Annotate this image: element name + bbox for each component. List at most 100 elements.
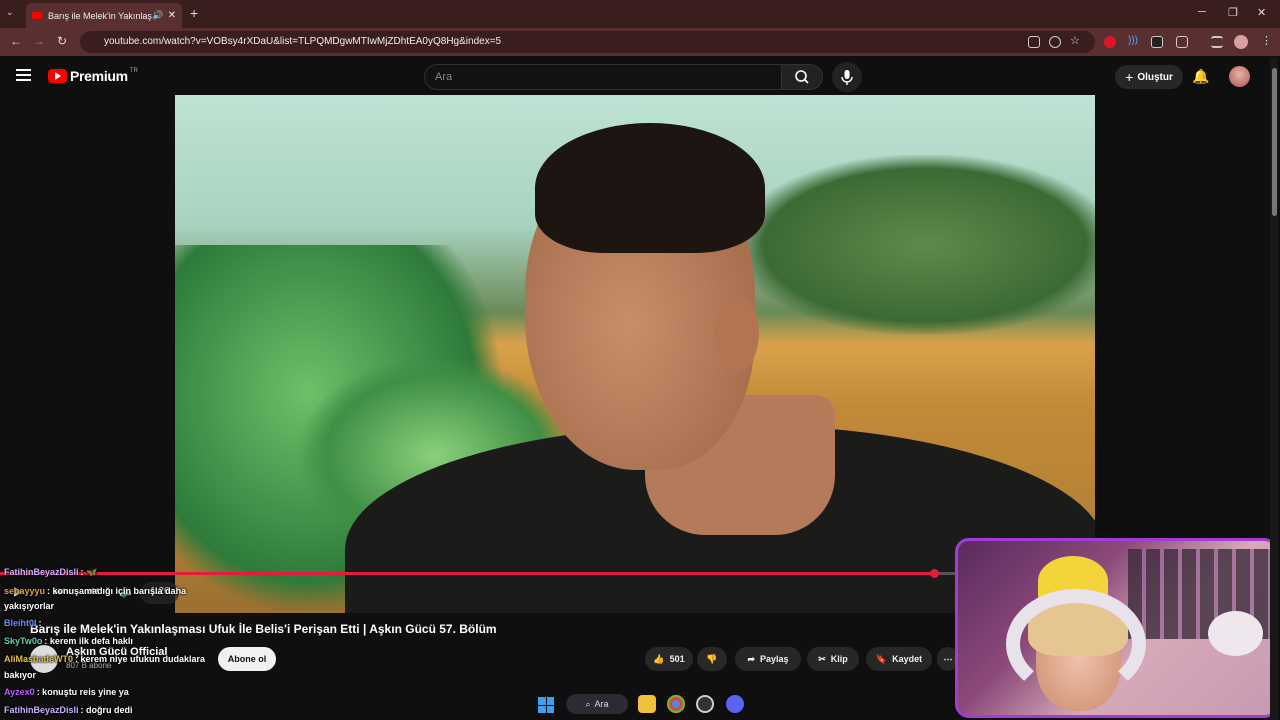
chat-username: Ayzex0 bbox=[4, 687, 35, 697]
video-frame-person-ear bbox=[715, 295, 759, 371]
chat-message: AliMasbadeWT0: kerem niye ufukun dudakla… bbox=[4, 654, 205, 664]
youtube-premium-logo[interactable]: Premium TR bbox=[48, 68, 138, 84]
extension-red-icon[interactable] bbox=[1104, 36, 1116, 48]
chat-text: : kerem niye ufukun dudaklara bbox=[75, 654, 206, 664]
chat-message: senayyyu: konuşamadığı için barışla daha bbox=[4, 586, 186, 596]
chat-username: FatihinBeyazDisli bbox=[4, 567, 79, 577]
extension-audio-icon[interactable]: ))) bbox=[1128, 35, 1140, 47]
browser-menu-icon[interactable]: ⋮ bbox=[1261, 34, 1273, 47]
chat-message: yakışıyorlar bbox=[4, 601, 54, 611]
chat-text: : konuşamadığı için barışla daha bbox=[47, 586, 187, 596]
chat-text: : doğru dedi bbox=[80, 705, 133, 715]
file-explorer-icon[interactable] bbox=[638, 695, 656, 713]
share-button[interactable]: ➦ Paylaş bbox=[735, 647, 801, 671]
streamer-webcam bbox=[955, 538, 1278, 718]
clip-button[interactable]: ✂ Klip bbox=[807, 647, 859, 671]
share-label: Paylaş bbox=[760, 654, 789, 664]
forward-icon[interactable]: → bbox=[33, 34, 45, 48]
youtube-play-logo-icon bbox=[48, 69, 67, 83]
tab-title: Barış ile Melek'in Yakınlaşma bbox=[48, 10, 152, 21]
share-arrow-icon: ➦ bbox=[747, 653, 755, 664]
extensions-puzzle-icon[interactable] bbox=[1176, 36, 1188, 48]
voice-search-button[interactable] bbox=[832, 62, 862, 92]
bookmark-icon: 🔖 bbox=[875, 653, 888, 664]
like-button[interactable]: 👍 501 bbox=[645, 647, 693, 671]
notifications-bell-icon[interactable]: 🔔 bbox=[1192, 68, 1209, 85]
chat-message: FatihinBeyazDisli: doğru dedi bbox=[4, 705, 133, 715]
eye-off-icon[interactable] bbox=[1049, 36, 1061, 48]
like-count: 501 bbox=[669, 654, 685, 664]
discord-icon[interactable] bbox=[726, 695, 744, 713]
save-button[interactable]: 🔖 Kaydet bbox=[866, 647, 932, 671]
clip-label: Klip bbox=[830, 654, 848, 664]
chat-message: SkyTw0o: kerem ilk defa haklı bbox=[4, 636, 133, 646]
chat-username: senayyyu bbox=[4, 586, 46, 596]
page-scrollbar-thumb[interactable] bbox=[1272, 68, 1277, 216]
profile-avatar-icon[interactable] bbox=[1234, 35, 1248, 49]
youtube-header: Premium TR Ara + Oluştur 🔔 bbox=[0, 56, 1280, 96]
minimize-icon[interactable]: ─ bbox=[1198, 6, 1206, 18]
bookmark-star-icon[interactable]: ☆ bbox=[1070, 34, 1082, 47]
webcam-plush-toy bbox=[1208, 611, 1263, 656]
taskbar-search-icon: ⌕ bbox=[585, 698, 591, 709]
chrome-icon[interactable] bbox=[667, 695, 685, 713]
reload-icon[interactable]: ↻ bbox=[57, 34, 67, 48]
chat-text: yakışıyorlar bbox=[4, 601, 55, 611]
search-icon bbox=[795, 70, 809, 84]
address-bar-row: ← → ↻ youtube.com/watch?v=VOBsy4rXDaU&li… bbox=[0, 28, 1280, 56]
close-tab-icon[interactable]: ✕ bbox=[168, 10, 176, 21]
microphone-icon bbox=[841, 70, 853, 85]
more-icon: ⋯ bbox=[943, 653, 953, 664]
browser-tab-bar: ⌄ Barış ile Melek'in Yakınlaşma 🔊 ✕ + ─ … bbox=[0, 0, 1280, 28]
reading-list-icon[interactable] bbox=[1211, 36, 1223, 48]
scissors-icon: ✂ bbox=[818, 653, 826, 664]
chat-text: : bbox=[38, 618, 42, 628]
url-field[interactable]: youtube.com/watch?v=VOBsy4rXDaU&list=TLP… bbox=[80, 31, 1095, 53]
thumbs-up-icon: 👍 bbox=[653, 653, 665, 664]
speaker-icon[interactable]: 🔊 bbox=[152, 10, 163, 21]
progress-scrubber-handle[interactable] bbox=[930, 569, 939, 578]
chat-username: Bleiht0I bbox=[4, 618, 37, 628]
close-window-icon[interactable]: ✕ bbox=[1257, 6, 1266, 19]
chat-username: AliMasbadeWT0 bbox=[4, 654, 74, 664]
logo-region: TR bbox=[129, 68, 138, 74]
app-icon[interactable] bbox=[696, 695, 714, 713]
chat-text: : kerem ilk defa haklı bbox=[44, 636, 133, 646]
video-frame-person-hair bbox=[535, 123, 765, 253]
subscribe-button[interactable]: Abone ol bbox=[218, 647, 276, 671]
windows-start-icon[interactable] bbox=[538, 697, 554, 713]
video-frame-bush bbox=[735, 155, 1095, 335]
youtube-favicon-icon bbox=[32, 12, 42, 19]
browser-tab[interactable]: Barış ile Melek'in Yakınlaşma 🔊 ✕ bbox=[26, 3, 182, 28]
chat-username: SkyTw0o bbox=[4, 636, 43, 646]
thumbs-down-icon: 👎 bbox=[706, 653, 718, 664]
logo-text: Premium bbox=[70, 68, 128, 84]
taskbar-search[interactable]: ⌕ Ara bbox=[566, 694, 628, 714]
chat-message: FatihinBeyazDisli: 🦋 bbox=[4, 567, 97, 578]
extension-box-icon[interactable] bbox=[1151, 36, 1163, 48]
chat-text: : 🦋 bbox=[80, 567, 98, 577]
create-button[interactable]: + Oluştur bbox=[1115, 65, 1183, 89]
cast-icon[interactable] bbox=[1028, 36, 1040, 48]
search-button[interactable] bbox=[781, 64, 823, 90]
dislike-button[interactable]: 👎 bbox=[697, 647, 727, 671]
webcam-headset bbox=[1006, 589, 1146, 699]
save-label: Kaydet bbox=[892, 654, 923, 664]
back-icon[interactable]: ← bbox=[10, 34, 22, 48]
menu-hamburger-icon[interactable] bbox=[16, 69, 31, 81]
video-title: Barış ile Melek'in Yakınlaşması Ufuk İle… bbox=[30, 622, 497, 636]
progress-bar-played[interactable] bbox=[0, 572, 934, 575]
chat-message: Bleiht0I: bbox=[4, 618, 42, 628]
plus-icon: + bbox=[1125, 69, 1134, 85]
chat-text: : konuştu reis yine ya bbox=[36, 687, 129, 697]
chat-username: FatihinBeyazDisli bbox=[4, 705, 79, 715]
new-tab-icon[interactable]: + bbox=[190, 5, 198, 21]
chat-text: bakıyor bbox=[4, 670, 37, 680]
video-player[interactable] bbox=[175, 95, 1095, 613]
search-input[interactable]: Ara bbox=[424, 64, 782, 90]
maximize-icon[interactable]: ❐ bbox=[1228, 6, 1238, 19]
chat-message: bakıyor bbox=[4, 670, 36, 680]
taskbar-search-label: Ara bbox=[594, 699, 609, 709]
tab-search-menu-icon[interactable]: ⌄ bbox=[6, 7, 14, 18]
account-avatar[interactable] bbox=[1229, 66, 1250, 87]
